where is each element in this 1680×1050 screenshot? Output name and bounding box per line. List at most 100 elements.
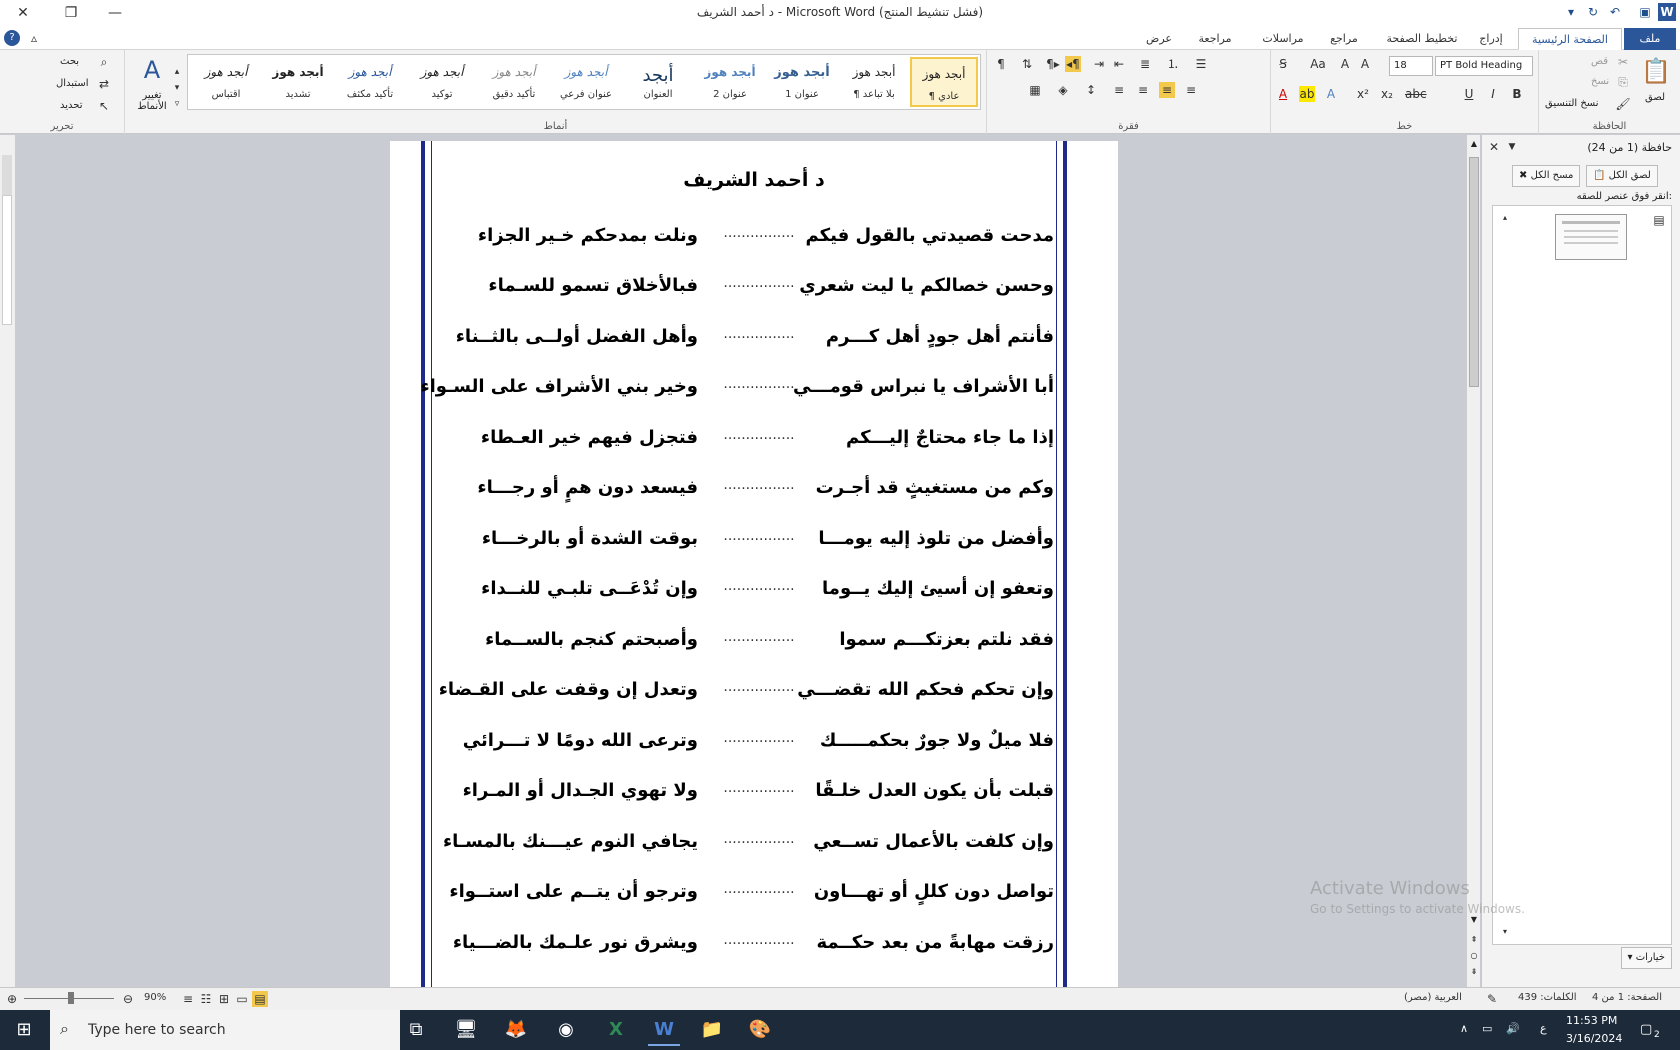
style-emphasis[interactable]: أبجد هوز توكيد xyxy=(408,57,476,107)
remote-desktop-icon[interactable]: 🖥 xyxy=(450,1014,482,1046)
sort-icon[interactable]: ⇅ xyxy=(1019,56,1035,72)
scroll-thumb[interactable] xyxy=(1469,157,1479,387)
change-styles-icon[interactable]: A xyxy=(137,56,167,84)
paste-icon[interactable]: 📋 xyxy=(1641,56,1671,86)
style-no-spacing[interactable]: أبجد هوز ¶ بلا تباعد xyxy=(840,57,908,107)
pane-options-icon[interactable]: ▼ xyxy=(1504,139,1520,155)
clock-time[interactable]: 11:53 PM xyxy=(1566,1014,1617,1027)
select-button[interactable]: تحديد xyxy=(60,100,83,111)
zoom-level[interactable]: 90% xyxy=(144,992,166,1003)
redo-icon[interactable]: ↻ xyxy=(1584,3,1602,21)
justify-icon[interactable]: ≡ xyxy=(1111,82,1127,98)
replace-button[interactable]: استبدال xyxy=(56,78,89,89)
shading-icon[interactable]: ◈ xyxy=(1055,82,1071,98)
previous-page-icon[interactable]: ⇞ xyxy=(1468,935,1480,947)
pane-close-icon[interactable]: ✕ xyxy=(1486,139,1502,155)
tab-home[interactable]: الصفحة الرئيسية xyxy=(1518,28,1622,50)
text-effects-icon[interactable]: A xyxy=(1323,86,1339,102)
network-icon[interactable]: ▭ xyxy=(1482,1022,1492,1035)
style-title[interactable]: أبجد العنوان xyxy=(624,57,692,107)
gallery-more-icon[interactable]: ▿ xyxy=(169,96,185,112)
task-view-icon[interactable]: ⧉ xyxy=(400,1014,432,1046)
style-subtle-emphasis[interactable]: أبجد هوز تأكيد دقيق xyxy=(480,57,548,107)
clear-formatting-icon[interactable]: Ꞩ xyxy=(1275,56,1291,72)
clock-date[interactable]: 3/16/2024 xyxy=(1566,1032,1622,1045)
windows-start-icon[interactable]: ⊞ xyxy=(8,1014,40,1046)
word-app-icon[interactable]: W xyxy=(1658,3,1676,21)
align-left-icon[interactable]: ≡ xyxy=(1135,82,1151,98)
browse-object-icon[interactable]: ○ xyxy=(1468,951,1480,963)
ltr-icon[interactable]: ¶▸ xyxy=(1045,56,1061,72)
numbering-icon[interactable]: ⒈ xyxy=(1165,56,1181,72)
clipboard-item[interactable] xyxy=(1555,214,1627,260)
bullets-icon[interactable]: ☰ xyxy=(1193,56,1209,72)
strikethrough-icon[interactable]: abc xyxy=(1405,86,1427,102)
outline-view-icon[interactable]: ☷ xyxy=(198,991,214,1007)
draft-view-icon[interactable]: ≡ xyxy=(180,991,196,1007)
copy-button[interactable]: نسخ xyxy=(1591,76,1609,87)
align-center-icon[interactable]: ≡ xyxy=(1159,82,1175,98)
grow-font-icon[interactable]: A xyxy=(1357,56,1373,72)
web-layout-icon[interactable]: ⊞ xyxy=(216,991,232,1007)
style-heading-1[interactable]: أبجد هوز عنوان 1 xyxy=(768,57,836,107)
zoom-out-icon[interactable]: ⊖ xyxy=(120,991,136,1007)
font-size-field[interactable]: 18 xyxy=(1389,56,1433,76)
proofing-icon[interactable]: ✎ xyxy=(1484,991,1500,1007)
tab-references[interactable]: مراجع xyxy=(1312,28,1376,50)
borders-icon[interactable]: ▦ xyxy=(1027,82,1043,98)
change-styles-button[interactable]: تغيير الأنماط xyxy=(131,90,173,112)
format-painter-button[interactable]: نسخ التنسيق xyxy=(1545,98,1598,109)
shrink-font-icon[interactable]: A xyxy=(1337,56,1353,72)
print-layout-icon[interactable]: ▤ xyxy=(252,991,268,1007)
show-marks-icon[interactable]: ¶ xyxy=(993,56,1009,72)
tab-view[interactable]: عرض xyxy=(1128,28,1190,50)
font-name-field[interactable]: PT Bold Heading xyxy=(1435,56,1533,76)
align-right-icon[interactable]: ≡ xyxy=(1183,82,1199,98)
pane-options-button[interactable]: ▾ خيارات xyxy=(1620,947,1672,969)
style-strong[interactable]: أبجد هوز تشديد xyxy=(264,57,332,107)
line-spacing-icon[interactable]: ↕ xyxy=(1083,82,1099,98)
collapse-ribbon-icon[interactable]: ▵ xyxy=(26,30,42,46)
notifications-icon[interactable]: ▢ xyxy=(1640,1022,1652,1037)
subscript-icon[interactable]: x₂ xyxy=(1379,86,1395,102)
gallery-down-icon[interactable]: ▾ xyxy=(169,80,185,96)
tab-file[interactable]: ملف xyxy=(1624,28,1676,50)
font-color-icon[interactable]: A xyxy=(1275,86,1291,102)
style-subtitle[interactable]: أبجد هوز عنوان فرعي xyxy=(552,57,620,107)
style-normal[interactable]: أبجد هوز ¶ عادي xyxy=(910,57,978,107)
volume-icon[interactable]: 🔊 xyxy=(1506,1022,1520,1035)
zoom-in-icon[interactable]: ⊕ xyxy=(4,991,20,1007)
scroll-up-icon[interactable]: ▲ xyxy=(1468,139,1480,151)
full-screen-reading-icon[interactable]: ▭ xyxy=(234,991,250,1007)
page-number[interactable]: الصفحة: 1 من 4 xyxy=(1592,992,1662,1003)
italic-icon[interactable]: I xyxy=(1485,86,1501,102)
style-heading-2[interactable]: أبجد هوز عنوان 2 xyxy=(696,57,764,107)
multilevel-list-icon[interactable]: ≣ xyxy=(1137,56,1153,72)
zoom-slider-thumb[interactable] xyxy=(68,992,74,1004)
taskbar-search-input[interactable]: ⌕ Type here to search xyxy=(50,1010,400,1050)
clip-list-scroll-up-icon[interactable]: ▴ xyxy=(1497,210,1513,226)
word-count[interactable]: الكلمات: 439 xyxy=(1518,992,1577,1003)
paste-button[interactable]: لصق xyxy=(1645,92,1665,103)
paint-icon[interactable]: 🎨 xyxy=(744,1014,776,1046)
save-icon[interactable]: ▣ xyxy=(1636,3,1654,21)
tab-page-layout[interactable]: تخطيط الصفحة xyxy=(1378,28,1466,50)
paste-all-button[interactable]: 📋 لصق الكل xyxy=(1586,165,1658,187)
style-intense-emphasis[interactable]: أبجد هوز تأكيد مكثف xyxy=(336,57,404,107)
cut-button[interactable]: قص xyxy=(1591,56,1608,67)
language-indicator[interactable]: العربية (مصر) xyxy=(1404,992,1462,1003)
chrome-icon[interactable]: ◉ xyxy=(550,1014,582,1046)
scroll-down-icon[interactable]: ▼ xyxy=(1468,915,1480,927)
next-page-icon[interactable]: ⇟ xyxy=(1468,967,1480,979)
show-hidden-icons[interactable]: ∧ xyxy=(1460,1022,1468,1035)
firefox-icon[interactable]: 🦊 xyxy=(500,1014,532,1046)
help-icon[interactable]: ? xyxy=(4,30,20,46)
vertical-scrollbar[interactable]: ▲ ▼ ⇞ ○ ⇟ xyxy=(1466,135,1480,987)
input-language[interactable]: ع xyxy=(1540,1022,1547,1035)
rtl-icon[interactable]: ◂¶ xyxy=(1065,56,1081,72)
bold-icon[interactable]: B xyxy=(1509,86,1525,102)
gallery-up-icon[interactable]: ▴ xyxy=(169,64,185,80)
tab-insert[interactable]: إدراج xyxy=(1468,28,1514,50)
document-page[interactable]: د أحمد الشريف مدحت قصيدتي بالقول فيكم...… xyxy=(390,141,1118,987)
tab-review[interactable]: مراجعة xyxy=(1182,28,1248,50)
